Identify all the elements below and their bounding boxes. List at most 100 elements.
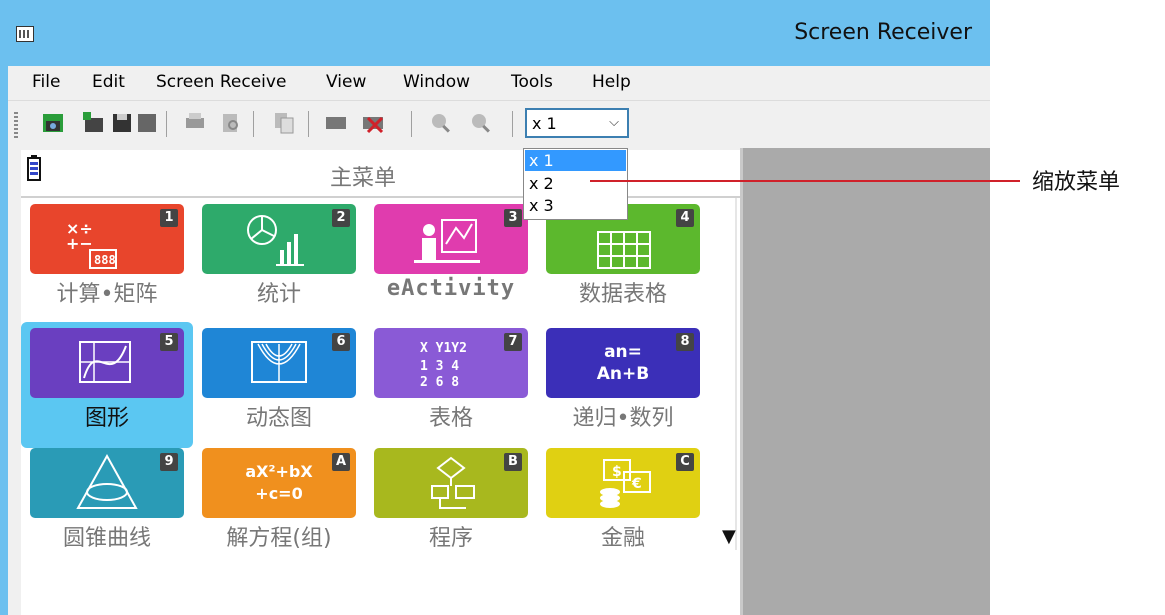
disconnect-icon[interactable] — [360, 110, 386, 136]
zoom-select[interactable]: x 1 ⌵ — [525, 108, 629, 138]
tile-1-label: 计算•矩阵 — [56, 282, 158, 307]
menu-view[interactable]: View — [326, 72, 366, 92]
tile-b-number: B — [504, 453, 522, 471]
recursion-icon-line1: an= — [604, 342, 642, 362]
menu-file[interactable]: File — [32, 72, 60, 92]
tile-9-icon-box: 9 — [30, 448, 184, 518]
zoom-in-icon[interactable] — [428, 110, 454, 136]
disk-icon[interactable] — [134, 110, 160, 136]
scrollbar-track[interactable] — [735, 198, 737, 550]
tile-2-number: 2 — [332, 209, 350, 227]
tile-4-number: 4 — [676, 209, 694, 227]
tile-6-icon-box: 6 — [202, 328, 356, 398]
tile-2-icon-box: 2 — [202, 204, 356, 274]
tile-5-icon-box: 5 — [30, 328, 184, 398]
title-bar: Screen Receiver — [0, 0, 990, 66]
tile-9-label: 圆锥曲线 — [62, 526, 151, 551]
chevron-down-icon[interactable]: ⌵ — [609, 115, 619, 130]
tile-b-label: 程序 — [428, 526, 473, 551]
tile-5[interactable]: 5 图形 — [21, 322, 193, 448]
zoom-dropdown-list: x 1 x 2 x 3 — [523, 148, 628, 220]
table-icon-row1: 1 3 4 — [420, 359, 459, 374]
toolbar-separator — [411, 111, 412, 137]
tile-c[interactable]: $ € C 金融 — [537, 442, 709, 568]
copy-icon[interactable] — [271, 110, 297, 136]
tile-c-icon-box: $ € C — [546, 448, 700, 518]
menu-screen-receive[interactable]: Screen Receive — [156, 72, 286, 92]
tile-8-number: 8 — [676, 333, 694, 351]
tile-2[interactable]: 2 统计 — [193, 198, 365, 324]
tile-7-number: 7 — [504, 333, 522, 351]
svg-text:€: € — [631, 476, 642, 492]
tile-1-number: 1 — [160, 209, 178, 227]
tile-1[interactable]: ×÷ +− 888 1 计算•矩阵 — [21, 198, 193, 324]
print-icon[interactable] — [182, 110, 208, 136]
callout-line — [590, 180, 1020, 182]
tile-8[interactable]: an= An+B 8 递归•数列 — [537, 322, 709, 448]
tile-a[interactable]: aX²+bX +c=0 A 解方程(组) — [193, 442, 365, 568]
tile-1-icon-box: ×÷ +− 888 1 — [30, 204, 184, 274]
tile-a-number: A — [332, 453, 350, 471]
svg-text:888: 888 — [94, 253, 116, 267]
tile-8-icon-box: an= An+B 8 — [546, 328, 700, 398]
zoom-value: x 1 — [532, 114, 557, 133]
app-icon[interactable] — [16, 26, 34, 42]
zoom-option-3[interactable]: x 3 — [525, 195, 626, 216]
toolbar-separator — [512, 111, 513, 137]
tile-5-number: 5 — [160, 333, 178, 351]
equation-icon-line2: +c=0 — [255, 484, 303, 503]
tile-a-icon-box: aX²+bX +c=0 A — [202, 448, 356, 518]
tile-2-label: 统计 — [256, 282, 301, 307]
tile-c-label: 金融 — [600, 526, 645, 551]
tile-9-number: 9 — [160, 453, 178, 471]
main-menu-title: 主菜单 — [330, 166, 397, 191]
zoom-out-icon[interactable] — [468, 110, 494, 136]
tile-8-label: 递归•数列 — [572, 406, 674, 431]
tile-6-label: 动态图 — [245, 406, 312, 431]
tile-7-icon-box: X Y1Y2 1 3 42 6 8 7 — [374, 328, 528, 398]
menu-tools[interactable]: Tools — [511, 72, 553, 92]
recursion-icon-line2: An+B — [596, 364, 650, 384]
tile-3[interactable]: 3 eActivity — [365, 198, 537, 324]
capture-icon[interactable] — [40, 110, 66, 136]
menu-window[interactable]: Window — [403, 72, 470, 92]
tile-5-label: 图形 — [84, 406, 129, 431]
toolbar-grip[interactable] — [14, 112, 18, 138]
tile-3-number: 3 — [504, 209, 522, 227]
connect-icon[interactable] — [323, 110, 349, 136]
tile-7[interactable]: X Y1Y2 1 3 42 6 8 7 表格 — [365, 322, 537, 448]
print-preview-icon[interactable] — [218, 110, 244, 136]
svg-text:+−: +− — [66, 234, 93, 253]
menu-bar: File Edit Screen Receive View Window Too… — [8, 66, 990, 100]
tile-9[interactable]: 9 圆锥曲线 — [21, 442, 193, 568]
toolbar-separator — [166, 111, 167, 137]
window-title: Screen Receiver — [794, 20, 972, 45]
menu-edit[interactable]: Edit — [92, 72, 125, 92]
equation-icon-line1: aX²+bX — [245, 462, 313, 481]
callout-label: 缩放菜单 — [1032, 170, 1121, 195]
table-icon-row2: 2 6 8 — [420, 375, 459, 390]
menu-help[interactable]: Help — [592, 72, 631, 92]
tile-3-icon-box: 3 — [374, 204, 528, 274]
tile-4-label: 数据表格 — [578, 282, 667, 307]
tile-6[interactable]: 6 动态图 — [193, 322, 365, 448]
panel-divider[interactable] — [740, 148, 743, 615]
toolbar-separator — [253, 111, 254, 137]
zoom-option-2[interactable]: x 2 — [525, 173, 626, 194]
gray-area — [740, 148, 990, 615]
new-icon[interactable] — [81, 110, 107, 136]
tile-3-label: eActivity — [386, 276, 516, 301]
tile-b[interactable]: B 程序 — [365, 442, 537, 568]
table-icon-header: X Y1Y2 — [420, 341, 467, 356]
scroll-down-icon[interactable]: ▼ — [722, 526, 736, 547]
tile-7-label: 表格 — [428, 406, 473, 431]
svg-text:$: $ — [612, 464, 622, 480]
zoom-option-1[interactable]: x 1 — [525, 150, 626, 171]
tile-6-number: 6 — [332, 333, 350, 351]
battery-icon — [27, 155, 41, 181]
tile-b-icon-box: B — [374, 448, 528, 518]
tile-c-number: C — [676, 453, 694, 471]
save-icon[interactable] — [109, 110, 135, 136]
toolbar-separator — [308, 111, 309, 137]
tile-a-label: 解方程(组) — [226, 526, 332, 551]
